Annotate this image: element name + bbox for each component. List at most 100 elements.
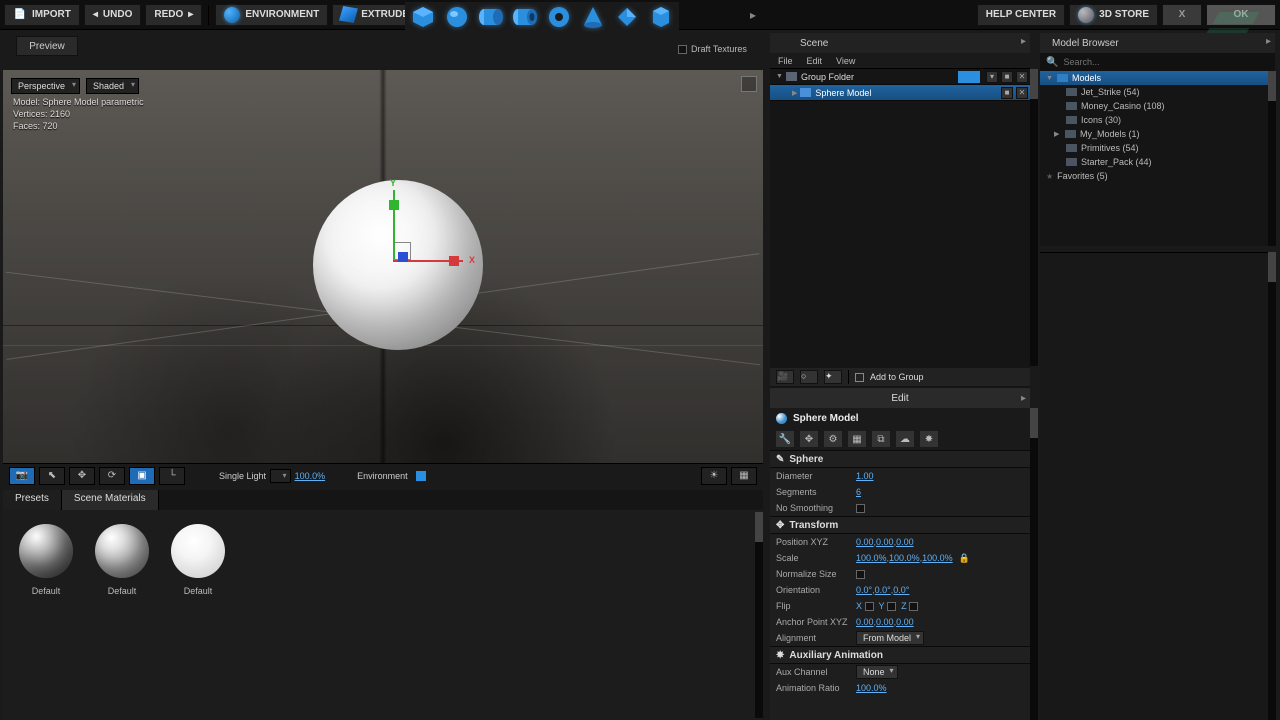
viewport-camera-dropdown[interactable]: Perspective	[11, 78, 80, 94]
shape-cylinder-h[interactable]	[477, 3, 505, 31]
scrollbar[interactable]	[755, 512, 763, 718]
scale-tool-button[interactable]: ▣	[129, 467, 155, 485]
scrollbar[interactable]	[1268, 252, 1276, 720]
browser-row[interactable]: Primitives (54)	[1040, 141, 1275, 155]
shape-torus[interactable]	[545, 3, 573, 31]
tree-row-sphere[interactable]: ▶ Sphere Model ■✕	[770, 85, 1030, 101]
draft-textures-toggle[interactable]: Draft Textures	[678, 44, 747, 54]
fullscreen-icon[interactable]	[741, 76, 757, 92]
preview-tab[interactable]: Preview	[16, 36, 78, 56]
flip-z-checkbox[interactable]	[909, 602, 918, 611]
viewport-3d[interactable]: Y X Perspective Shaded Model: Sphere Mod…	[3, 70, 763, 463]
link-icon[interactable]: ☁	[896, 431, 914, 447]
copy-icon[interactable]: ⧉	[872, 431, 890, 447]
material-preset[interactable]: Default	[93, 524, 151, 706]
menu-edit[interactable]: Edit	[807, 56, 823, 66]
chevron-down-icon[interactable]: ▾	[986, 71, 998, 83]
environment-button[interactable]: ENVIRONMENT	[215, 4, 328, 26]
scale-x[interactable]: 100.0%	[856, 553, 887, 563]
move-icon[interactable]: ✥	[800, 431, 818, 447]
gizmo-z-handle[interactable]	[398, 252, 408, 262]
nosmooth-checkbox[interactable]	[856, 504, 865, 513]
visibility-icon[interactable]: ■	[1001, 71, 1013, 83]
shape-bar-scroll-right[interactable]: ▸	[750, 8, 756, 22]
shape-prism[interactable]	[647, 3, 675, 31]
environment-swatch[interactable]	[416, 471, 426, 481]
camera-icon[interactable]: 🎥	[776, 370, 794, 384]
position-z[interactable]: 0.00	[896, 537, 914, 547]
aux-channel-dropdown[interactable]: None	[856, 665, 898, 679]
anchor-z[interactable]: 0.00	[896, 617, 914, 627]
scrollbar[interactable]	[1030, 69, 1038, 366]
redo-button[interactable]: REDO▸	[145, 4, 202, 26]
null-icon[interactable]: ✦	[824, 370, 842, 384]
move-tool-button[interactable]: ✥	[69, 467, 95, 485]
tab-scene-materials[interactable]: Scene Materials	[62, 490, 159, 510]
alignment-dropdown[interactable]: From Model	[856, 631, 924, 645]
light-percent-field[interactable]: 100.0%	[295, 471, 326, 481]
help-center-button[interactable]: HELP CENTER	[977, 4, 1065, 26]
wrench-icon[interactable]: 🔧	[776, 431, 794, 447]
gizmo-y-handle[interactable]	[389, 200, 399, 210]
orient-x[interactable]: 0.0°	[856, 585, 872, 595]
grid-button[interactable]: ▦	[731, 467, 757, 485]
browser-row[interactable]: Jet_Strike (54)	[1040, 85, 1275, 99]
light-dropdown[interactable]	[270, 469, 291, 483]
orient-y[interactable]: 0.0°	[875, 585, 891, 595]
viewport-shading-dropdown[interactable]: Shaded	[86, 78, 139, 94]
material-preset[interactable]: Default	[17, 524, 75, 706]
ok-button[interactable]: OK	[1206, 4, 1276, 26]
anchor-x[interactable]: 0.00	[856, 617, 874, 627]
checkbox-icon[interactable]	[855, 373, 864, 382]
panel-collapse-icon[interactable]: ▸	[1266, 36, 1271, 47]
undo-button[interactable]: ◂UNDO	[84, 4, 141, 26]
normalize-checkbox[interactable]	[856, 570, 865, 579]
scrollbar[interactable]	[1030, 408, 1038, 720]
gear-icon[interactable]: ⚙	[824, 431, 842, 447]
section-transform[interactable]: ✥Transform	[770, 516, 1030, 534]
anchor-tool-button[interactable]: └	[159, 467, 185, 485]
close-icon[interactable]: ✕	[1016, 71, 1028, 83]
search-input[interactable]	[1063, 57, 1269, 67]
close-icon[interactable]: ✕	[1016, 87, 1028, 99]
menu-file[interactable]: File	[778, 56, 793, 66]
browser-row[interactable]: ▶My_Models (1)	[1040, 127, 1275, 141]
browser-row-favorites[interactable]: ★Favorites (5)	[1040, 169, 1275, 183]
settings-icon[interactable]: ✸	[920, 431, 938, 447]
browser-row[interactable]: Icons (30)	[1040, 113, 1275, 127]
lock-icon[interactable]: 🔒	[959, 553, 970, 564]
browser-row-models[interactable]: ▼Models	[1040, 71, 1275, 85]
material-icon[interactable]: ▦	[848, 431, 866, 447]
position-x[interactable]: 0.00	[856, 537, 874, 547]
panel-collapse-icon[interactable]: ▸	[1021, 36, 1026, 47]
camera-tool-button[interactable]: 📷	[9, 467, 35, 485]
tree-expand-icon[interactable]: ▼	[776, 73, 783, 80]
close-x-button[interactable]: X	[1162, 4, 1202, 26]
section-aux-animation[interactable]: ✸Auxiliary Animation	[770, 646, 1030, 664]
visibility-icon[interactable]: ■	[1001, 87, 1013, 99]
flip-x-checkbox[interactable]	[865, 602, 874, 611]
position-y[interactable]: 0.00	[876, 537, 894, 547]
animation-ratio-field[interactable]: 100.0%	[856, 683, 887, 693]
tree-expand-icon[interactable]: ▶	[792, 89, 797, 97]
scale-y[interactable]: 100.0%	[889, 553, 920, 563]
section-sphere[interactable]: ✎Sphere	[770, 450, 1030, 468]
panel-collapse-icon[interactable]: ▸	[1021, 393, 1026, 404]
menu-view[interactable]: View	[836, 56, 855, 66]
material-preset[interactable]: Default	[169, 524, 227, 706]
color-badge[interactable]	[958, 71, 980, 83]
select-tool-button[interactable]: ⬉	[39, 467, 65, 485]
scrollbar[interactable]	[1268, 71, 1276, 246]
tree-row-group[interactable]: ▼ Group Folder ▾■✕	[770, 69, 1030, 85]
shape-sphere[interactable]	[443, 3, 471, 31]
render-button[interactable]: ☀	[701, 467, 727, 485]
store-button[interactable]: 3D STORE	[1069, 4, 1158, 26]
diameter-field[interactable]: 1.00	[856, 471, 874, 481]
anchor-y[interactable]: 0.00	[876, 617, 894, 627]
add-to-group-button[interactable]: Add to Group	[870, 372, 924, 382]
shape-diamond[interactable]	[613, 3, 641, 31]
scale-z[interactable]: 100.0%	[922, 553, 953, 563]
shape-cone[interactable]	[579, 3, 607, 31]
gizmo-x-handle[interactable]	[449, 256, 459, 266]
import-button[interactable]: 📄IMPORT	[4, 4, 80, 26]
